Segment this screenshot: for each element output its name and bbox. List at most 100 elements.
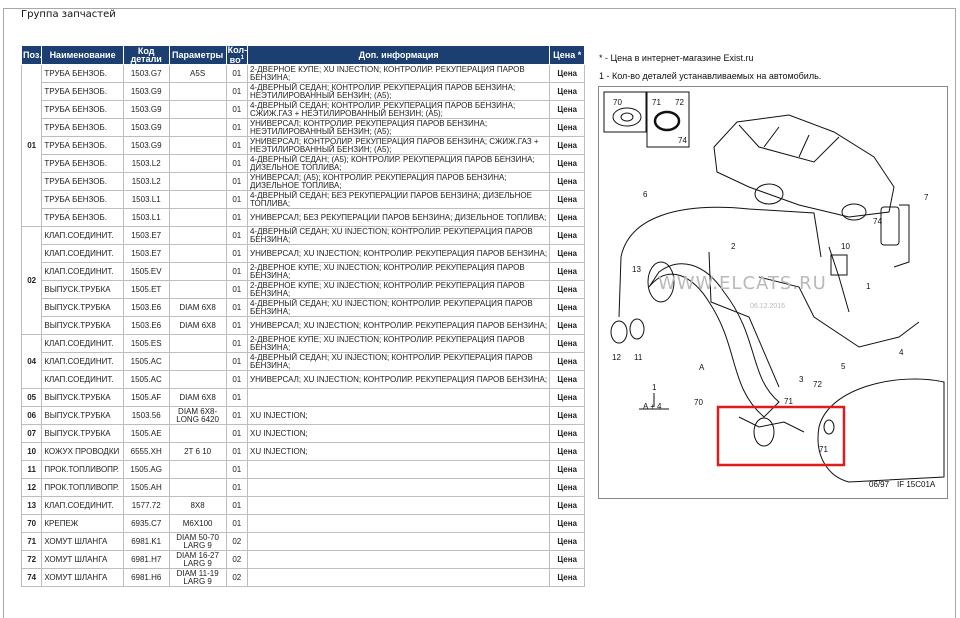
callout-3: 3 bbox=[799, 375, 804, 384]
part-info: 4-ДВЕРНЫЙ СЕДАН; КОНТРОЛИР. РЕКУПЕРАЦИЯ … bbox=[246, 82, 551, 101]
part-code-link[interactable]: 1503.G9 bbox=[122, 100, 170, 119]
price-link[interactable]: Цена bbox=[549, 532, 585, 551]
part-name: ТРУБА БЕНЗОБ. bbox=[41, 154, 124, 173]
part-params bbox=[168, 82, 227, 101]
price-link[interactable]: Цена bbox=[549, 370, 585, 389]
part-qty: 01 bbox=[225, 496, 248, 515]
part-params bbox=[168, 118, 227, 137]
part-info: 4-ДВЕРНЫЙ СЕДАН; XU INJECTION; КОНТРОЛИР… bbox=[246, 298, 551, 317]
table-row: ВЫПУСК.ТРУБКА 1505.ET 01 2-ДВЕРНОЕ КУПЕ; XU… bbox=[22, 280, 585, 299]
part-name: ТРУБА БЕНЗОБ. bbox=[41, 190, 124, 209]
table-row: КЛАП.СОЕДИНИТ. 1503.E7 01 УНИВЕРСАЛ; XU INJ… bbox=[22, 244, 585, 263]
part-code-link[interactable]: 6981.H7 bbox=[122, 550, 170, 569]
col-code-header: Код детали bbox=[122, 45, 170, 65]
part-info: УНИВЕРСАЛ; XU INJECTION; КОНТРОЛИР. РЕКУ… bbox=[246, 370, 551, 389]
part-code-link[interactable]: 6981.H6 bbox=[122, 568, 170, 587]
price-note: * - Цена в интернет-магазине Exist.ru bbox=[599, 53, 754, 63]
price-link[interactable]: Цена bbox=[549, 388, 585, 407]
part-code-link[interactable]: 1503.G9 bbox=[122, 118, 170, 137]
price-link[interactable]: Цена bbox=[549, 460, 585, 479]
part-params bbox=[168, 370, 227, 389]
part-code-link[interactable]: 1503.E6 bbox=[122, 316, 170, 335]
part-info bbox=[246, 514, 551, 533]
price-link[interactable]: Цена bbox=[549, 118, 585, 137]
part-info bbox=[246, 388, 551, 407]
price-link[interactable]: Цена bbox=[549, 496, 585, 515]
price-link[interactable]: Цена bbox=[549, 244, 585, 263]
price-link[interactable]: Цена bbox=[549, 442, 585, 461]
part-code-link[interactable]: 1505.AF bbox=[122, 388, 170, 407]
part-name: КЛАП.СОЕДИНИТ. bbox=[41, 226, 124, 245]
valve-10-icon bbox=[830, 254, 848, 276]
table-row: ВЫПУСК.ТРУБКА 1503.E6 DIAM 6X8 01 4-ДВЕРНЫЙ … bbox=[22, 298, 585, 317]
part-code-link[interactable]: 6555.XH bbox=[122, 442, 170, 461]
price-link[interactable]: Цена bbox=[549, 424, 585, 443]
table-row: ТРУБА БЕНЗОБ. 1503.G9 01 4-ДВЕРНЫЙ СЕДАН; К… bbox=[22, 100, 585, 119]
part-code-link[interactable]: 1505.ES bbox=[122, 334, 170, 353]
part-code-link[interactable]: 1505.AE bbox=[122, 424, 170, 443]
part-qty: 01 bbox=[225, 172, 248, 191]
table-row: КЛАП.СОЕДИНИТ. 1505.EV 01 2-ДВЕРНОЕ КУПЕ; X… bbox=[22, 262, 585, 281]
callout-a-plus-4: A + 4 bbox=[643, 402, 662, 411]
col-pos-header: Поз. bbox=[20, 45, 43, 65]
price-link[interactable]: Цена bbox=[549, 82, 585, 101]
callout-74-inset: 74 bbox=[678, 136, 687, 145]
part-params bbox=[168, 460, 227, 479]
part-code-link[interactable]: 1505.AG bbox=[122, 460, 170, 479]
part-code-link[interactable]: 1503.L2 bbox=[122, 154, 170, 173]
price-link[interactable]: Цена bbox=[549, 154, 585, 173]
price-link[interactable]: Цена bbox=[549, 316, 585, 335]
part-name: КЛАП.СОЕДИНИТ. bbox=[41, 244, 124, 263]
part-code-link[interactable]: 1503.E7 bbox=[122, 226, 170, 245]
price-link[interactable]: Цена bbox=[549, 136, 585, 155]
part-code-link[interactable]: 1505.AC bbox=[122, 370, 170, 389]
part-code-link[interactable]: 1503.L2 bbox=[122, 172, 170, 191]
part-code-link[interactable]: 6935.C7 bbox=[122, 514, 170, 533]
part-code-link[interactable]: 1503.56 bbox=[122, 406, 170, 425]
part-info bbox=[246, 496, 551, 515]
callout-71-inset: 71 bbox=[652, 98, 661, 107]
part-info: 4-ДВЕРНЫЙ СЕДАН; (A5); КОНТРОЛИР. РЕКУПЕ… bbox=[246, 154, 551, 173]
part-info: 2-ДВЕРНОЕ КУПЕ; XU INJECTION; КОНТРОЛИР.… bbox=[246, 262, 551, 281]
part-code-link[interactable]: 1503.G9 bbox=[122, 136, 170, 155]
part-params bbox=[168, 424, 227, 443]
price-link[interactable]: Цена bbox=[549, 262, 585, 281]
callout-12: 12 bbox=[612, 353, 621, 362]
price-link[interactable]: Цена bbox=[549, 208, 585, 227]
part-code-link[interactable]: 1503.L1 bbox=[122, 208, 170, 227]
parts-table-body: 01 ТРУБА БЕНЗОБ. 1503.G7 A5S 01 2-ДВЕРНОЕ КУП… bbox=[20, 64, 585, 587]
price-link[interactable]: Цена bbox=[549, 514, 585, 533]
part-code-link[interactable]: 1503.G7 bbox=[122, 64, 170, 83]
price-link[interactable]: Цена bbox=[549, 100, 585, 119]
part-code-link[interactable]: 1503.E6 bbox=[122, 298, 170, 317]
price-link[interactable]: Цена bbox=[549, 406, 585, 425]
price-link[interactable]: Цена bbox=[549, 190, 585, 209]
part-code-link[interactable]: 1503.L1 bbox=[122, 190, 170, 209]
price-link[interactable]: Цена bbox=[549, 334, 585, 353]
part-qty: 01 bbox=[225, 514, 248, 533]
price-link[interactable]: Цена bbox=[549, 478, 585, 497]
part-code-link[interactable]: 1505.ET bbox=[122, 280, 170, 299]
price-link[interactable]: Цена bbox=[549, 226, 585, 245]
price-link[interactable]: Цена bbox=[549, 64, 585, 83]
part-code-link[interactable]: 1503.E7 bbox=[122, 244, 170, 263]
part-code-link[interactable]: 1505.AC bbox=[122, 352, 170, 371]
price-link[interactable]: Цена bbox=[549, 298, 585, 317]
part-params bbox=[168, 226, 227, 245]
price-link[interactable]: Цена bbox=[549, 568, 585, 587]
part-code-link[interactable]: 6981.K1 bbox=[122, 532, 170, 551]
part-code-link[interactable]: 1577.72 bbox=[122, 496, 170, 515]
part-code-link[interactable]: 1505.EV bbox=[122, 262, 170, 281]
price-link[interactable]: Цена bbox=[549, 172, 585, 191]
table-row: 05 ВЫПУСК.ТРУБКА 1505.AF DIAM 6X8 01 Цена bbox=[20, 388, 585, 407]
part-name: КЛАП.СОЕДИНИТ. bbox=[41, 496, 124, 515]
part-name: ТРУБА БЕНЗОБ. bbox=[41, 82, 124, 101]
price-link[interactable]: Цена bbox=[549, 352, 585, 371]
price-link[interactable]: Цена bbox=[549, 280, 585, 299]
part-code-link[interactable]: 1505.AH bbox=[122, 478, 170, 497]
part-info: УНИВЕРСАЛ; (A5); КОНТРОЛИР. РЕКУПЕРАЦИЯ … bbox=[246, 172, 551, 191]
callout-A: A bbox=[699, 363, 705, 372]
price-link[interactable]: Цена bbox=[549, 550, 585, 569]
part-info: 2-ДВЕРНОЕ КУПЕ; XU INJECTION; КОНТРОЛИР.… bbox=[246, 280, 551, 299]
part-code-link[interactable]: 1503.G9 bbox=[122, 82, 170, 101]
